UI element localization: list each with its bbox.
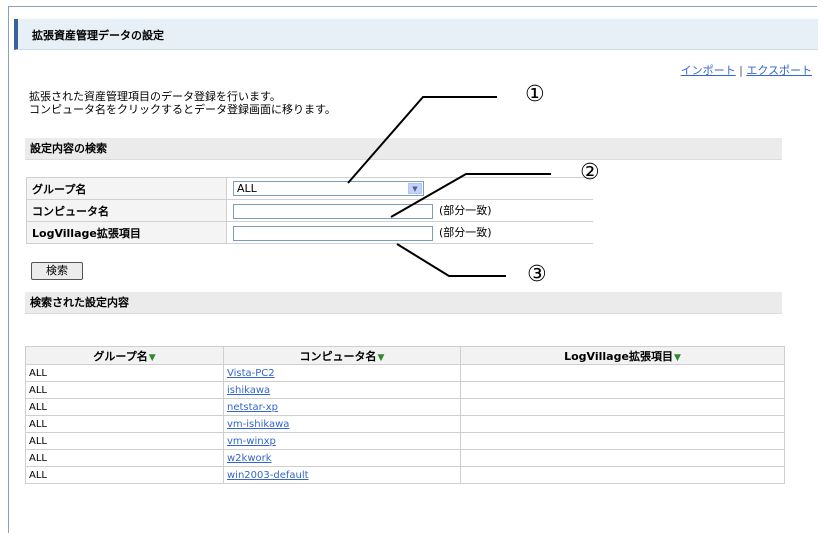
callout-number-1: ①	[525, 82, 545, 107]
computer-link[interactable]: netstar-xp	[227, 402, 278, 413]
computer-link[interactable]: win2003-default	[227, 470, 309, 481]
extension-cell	[460, 415, 785, 433]
computer-name-label: コンピュータ名	[26, 199, 227, 222]
import-link[interactable]: インポート	[681, 64, 736, 77]
results-section-title: 検索された設定内容	[25, 292, 782, 314]
search-button[interactable]: 検索	[31, 262, 83, 280]
export-link[interactable]: エクスポート	[746, 64, 812, 77]
link-separator: |	[739, 64, 743, 77]
table-row: ALL w2kwork	[25, 449, 785, 467]
search-section-title: 設定内容の検索	[25, 138, 782, 160]
results-header-row: グループ名▼ コンピュータ名▼ LogVillage拡張項目▼	[25, 346, 785, 365]
group-cell: ALL	[25, 364, 224, 382]
column-header-extension[interactable]: LogVillage拡張項目▼	[460, 346, 785, 365]
results-table: グループ名▼ コンピュータ名▼ LogVillage拡張項目▼ ALL Vista…	[25, 346, 785, 484]
chevron-down-icon[interactable]: ▼	[408, 183, 422, 194]
group-cell: ALL	[25, 415, 224, 433]
table-row: ALL netstar-xp	[25, 398, 785, 416]
sort-down-icon[interactable]: ▼	[674, 353, 681, 363]
computer-link[interactable]: vm-ishikawa	[227, 419, 289, 430]
table-row: ALL win2003-default	[25, 466, 785, 484]
group-cell: ALL	[25, 432, 224, 450]
extension-item-input[interactable]	[233, 225, 433, 241]
description-line: 拡張された資産管理項目のデータ登録を行います。	[29, 90, 281, 103]
group-label: グループ名	[26, 177, 227, 200]
page-header: 拡張資産管理データの設定	[14, 19, 818, 50]
table-row: ALL Vista-PC2	[25, 364, 785, 382]
search-form: グループ名 ALL ▼ コンピュータ名 (部分一致) LogVillage拡張項…	[26, 177, 593, 244]
extension-cell	[460, 381, 785, 399]
table-row: ALL vm-winxp	[25, 432, 785, 450]
extension-cell	[460, 364, 785, 382]
page-title: 拡張資産管理データの設定	[32, 29, 164, 42]
extension-cell	[460, 449, 785, 467]
computer-link[interactable]: w2kwork	[227, 453, 272, 464]
computer-link[interactable]: ishikawa	[227, 385, 270, 396]
group-cell: ALL ▼	[226, 177, 593, 200]
import-export-links: インポート | エクスポート	[681, 62, 812, 78]
column-header-label: コンピュータ名	[299, 349, 377, 363]
group-select[interactable]: ALL ▼	[233, 181, 424, 196]
table-row: ALL ishikawa	[25, 381, 785, 399]
page-description: 拡張された資産管理項目のデータ登録を行います。 コンピュータ名をクリックするとデ…	[29, 90, 336, 116]
column-header-label: LogVillage拡張項目	[564, 349, 673, 363]
table-row: ALL vm-ishikawa	[25, 415, 785, 433]
sort-down-icon[interactable]: ▼	[149, 353, 156, 363]
extension-cell	[460, 466, 785, 484]
group-cell: ALL	[25, 466, 224, 484]
column-header-label: グループ名	[93, 349, 148, 363]
group-select-value: ALL	[237, 182, 257, 195]
column-header-computer[interactable]: コンピュータ名▼	[223, 346, 461, 365]
group-cell: ALL	[25, 398, 224, 416]
computer-link[interactable]: Vista-PC2	[227, 368, 275, 379]
computer-link[interactable]: vm-winxp	[227, 436, 276, 447]
group-cell: ALL	[25, 381, 224, 399]
computer-name-cell: (部分一致)	[226, 199, 593, 222]
extension-cell	[460, 398, 785, 416]
extension-item-label: LogVillage拡張項目	[26, 221, 227, 244]
sort-down-icon[interactable]: ▼	[378, 353, 385, 363]
description-line: コンピュータ名をクリックするとデータ登録画面に移ります。	[29, 103, 336, 116]
extension-item-hint: (部分一致)	[439, 226, 492, 240]
callout-number-2: ②	[580, 160, 600, 185]
extension-cell	[460, 432, 785, 450]
computer-name-input[interactable]	[233, 203, 433, 219]
group-cell: ALL	[25, 449, 224, 467]
computer-name-hint: (部分一致)	[439, 204, 492, 218]
callout-number-3: ③	[527, 262, 547, 287]
column-header-group[interactable]: グループ名▼	[25, 346, 224, 365]
extension-item-cell: (部分一致)	[226, 221, 593, 244]
